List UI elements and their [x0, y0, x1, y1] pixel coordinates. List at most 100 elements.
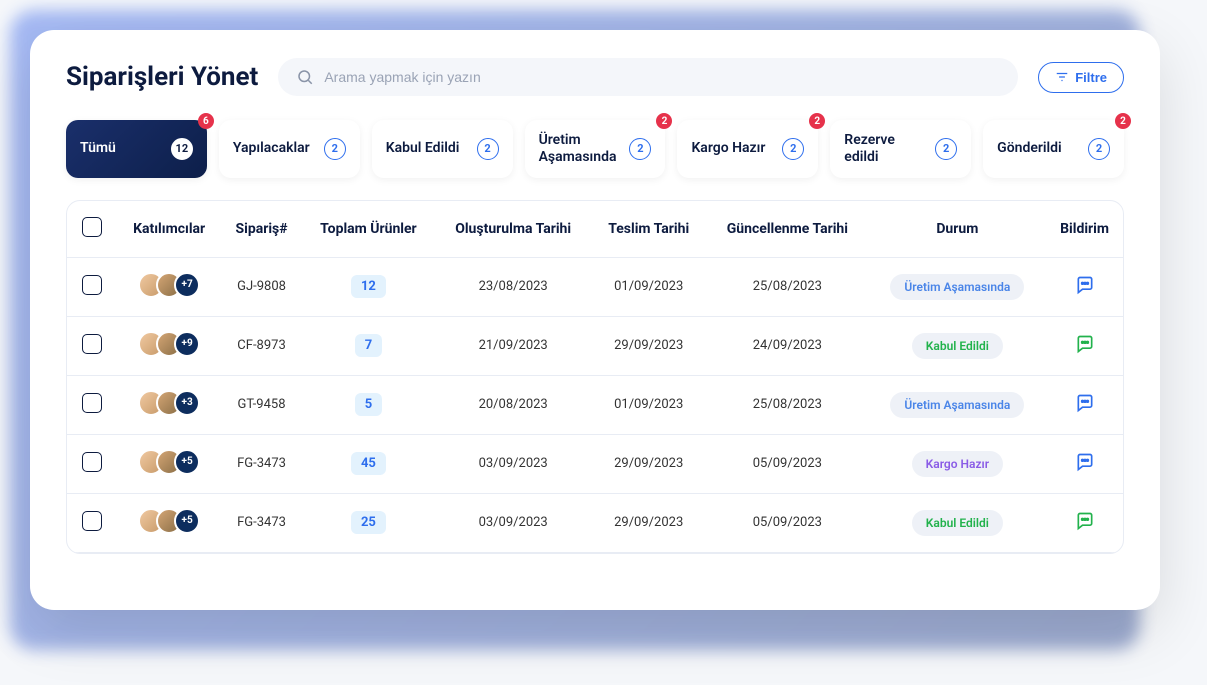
total-products-pill: 12 — [351, 275, 386, 298]
row-checkbox[interactable] — [82, 511, 102, 531]
tab-label: Kargo Hazır — [691, 140, 765, 157]
col-notif: Bildirim — [1046, 201, 1123, 258]
tab-badge: 2 — [809, 113, 825, 129]
notification-icon[interactable] — [1075, 275, 1095, 295]
search-input[interactable] — [324, 69, 1000, 85]
table-row: +3 GT-9458 5 20/08/202301/09/202325/08/2023… — [67, 375, 1123, 434]
table-row: +7 GJ-9808 12 23/08/202301/09/202325/08/202… — [67, 257, 1123, 316]
participants-avatars[interactable]: +9 — [138, 331, 200, 357]
col-updated-date: Güncellenme Tarihi — [706, 201, 869, 258]
participants-avatars[interactable]: +3 — [138, 390, 200, 416]
order-number: GT-9458 — [221, 375, 302, 434]
tab-label: Yapılacaklar — [233, 140, 310, 157]
tab-count: 2 — [629, 138, 651, 160]
tab-label: Gönderildi — [997, 140, 1062, 157]
tab-label: Tümü — [80, 140, 116, 157]
col-status: Durum — [869, 201, 1046, 258]
avatar-more-count: +3 — [174, 390, 200, 416]
row-checkbox[interactable] — [82, 452, 102, 472]
tab-count: 2 — [1088, 138, 1110, 160]
created-date: 21/09/2023 — [435, 316, 591, 375]
table-row: +5 FG-3473 45 03/09/202329/09/202305/09/202… — [67, 434, 1123, 493]
page-title: Siparişleri Yönet — [66, 62, 258, 92]
search-icon — [296, 68, 314, 86]
delivery-date: 01/09/2023 — [591, 375, 706, 434]
avatar-more-count: +9 — [174, 331, 200, 357]
table-header-row: Katılımcılar Sipariş# Toplam Ürünler Olu… — [67, 201, 1123, 258]
orders-table-card: Katılımcılar Sipariş# Toplam Ürünler Olu… — [66, 200, 1124, 554]
created-date: 03/09/2023 — [435, 434, 591, 493]
row-checkbox[interactable] — [82, 275, 102, 295]
order-number: GJ-9808 — [221, 257, 302, 316]
total-products-pill: 7 — [355, 334, 382, 357]
avatar-more-count: +5 — [174, 449, 200, 475]
status-badge: Kargo Hazır — [912, 451, 1003, 477]
orders-table: Katılımcılar Sipariş# Toplam Ürünler Olu… — [67, 201, 1123, 553]
tab-count: 2 — [782, 138, 804, 160]
participants-avatars[interactable]: +5 — [138, 508, 200, 534]
notification-icon[interactable] — [1075, 393, 1095, 413]
col-participants: Katılımcılar — [117, 201, 221, 258]
col-created-date: Oluşturulma Tarihi — [435, 201, 591, 258]
tab-badge: 2 — [1115, 113, 1131, 129]
tab-6[interactable]: Gönderildi22 — [983, 120, 1124, 178]
tab-badge: 2 — [656, 113, 672, 129]
delivery-date: 29/09/2023 — [591, 316, 706, 375]
notification-icon[interactable] — [1075, 511, 1095, 531]
updated-date: 24/09/2023 — [706, 316, 869, 375]
notification-icon[interactable] — [1075, 334, 1095, 354]
updated-date: 05/09/2023 — [706, 493, 869, 552]
tab-label: Üretim Aşamasında — [539, 132, 620, 166]
row-checkbox[interactable] — [82, 334, 102, 354]
total-products-pill: 5 — [355, 393, 382, 416]
filter-button[interactable]: Filtre — [1038, 62, 1124, 93]
status-badge: Kabul Edildi — [912, 510, 1003, 536]
updated-date: 25/08/2023 — [706, 257, 869, 316]
tab-1[interactable]: Yapılacaklar 2 — [219, 120, 360, 178]
updated-date: 25/08/2023 — [706, 375, 869, 434]
delivery-date: 29/09/2023 — [591, 493, 706, 552]
delivery-date: 01/09/2023 — [591, 257, 706, 316]
table-row: +5 FG-3473 25 03/09/202329/09/202305/09/202… — [67, 493, 1123, 552]
col-total-products: Toplam Ürünler — [302, 201, 435, 258]
tab-count: 2 — [935, 138, 957, 160]
created-date: 23/08/2023 — [435, 257, 591, 316]
participants-avatars[interactable]: +7 — [138, 272, 200, 298]
tab-5[interactable]: Rezerve edildi 2 — [830, 120, 971, 178]
tab-count: 12 — [171, 138, 193, 160]
tab-3[interactable]: Üretim Aşamasında22 — [525, 120, 666, 178]
tab-badge: 6 — [198, 113, 214, 129]
status-badge: Kabul Edildi — [912, 333, 1003, 359]
status-badge: Üretim Aşamasında — [890, 274, 1024, 300]
tab-4[interactable]: Kargo Hazır22 — [677, 120, 818, 178]
updated-date: 05/09/2023 — [706, 434, 869, 493]
orders-panel: Siparişleri Yönet Filtre Tümü 12 6 Yapılaca… — [30, 30, 1160, 610]
table-row: +9 CF-8973 7 21/09/202329/09/202324/09/2023… — [67, 316, 1123, 375]
tab-label: Rezerve edildi — [844, 132, 925, 166]
order-number: CF-8973 — [221, 316, 302, 375]
tab-2[interactable]: Kabul Edildi 2 — [372, 120, 513, 178]
avatar-more-count: +5 — [174, 508, 200, 534]
tab-count: 2 — [477, 138, 499, 160]
filter-label: Filtre — [1075, 70, 1107, 85]
participants-avatars[interactable]: +5 — [138, 449, 200, 475]
total-products-pill: 25 — [351, 511, 386, 534]
search-bar[interactable] — [278, 58, 1018, 96]
order-number: FG-3473 — [221, 434, 302, 493]
table-body: +7 GJ-9808 12 23/08/202301/09/202325/08/202… — [67, 257, 1123, 552]
created-date: 03/09/2023 — [435, 493, 591, 552]
status-badge: Üretim Aşamasında — [890, 392, 1024, 418]
col-order-no: Sipariş# — [221, 201, 302, 258]
delivery-date: 29/09/2023 — [591, 434, 706, 493]
notification-icon[interactable] — [1075, 452, 1095, 472]
total-products-pill: 45 — [351, 452, 386, 475]
tabs-row: Tümü126Yapılacaklar2Kabul Edildi2Üretim … — [66, 120, 1124, 178]
order-number: FG-3473 — [221, 493, 302, 552]
tab-0[interactable]: Tümü126 — [66, 120, 207, 178]
tab-count: 2 — [324, 138, 346, 160]
created-date: 20/08/2023 — [435, 375, 591, 434]
col-delivery-date: Teslim Tarihi — [591, 201, 706, 258]
tab-label: Kabul Edildi — [386, 140, 460, 157]
select-all-checkbox[interactable] — [82, 217, 102, 237]
row-checkbox[interactable] — [82, 393, 102, 413]
